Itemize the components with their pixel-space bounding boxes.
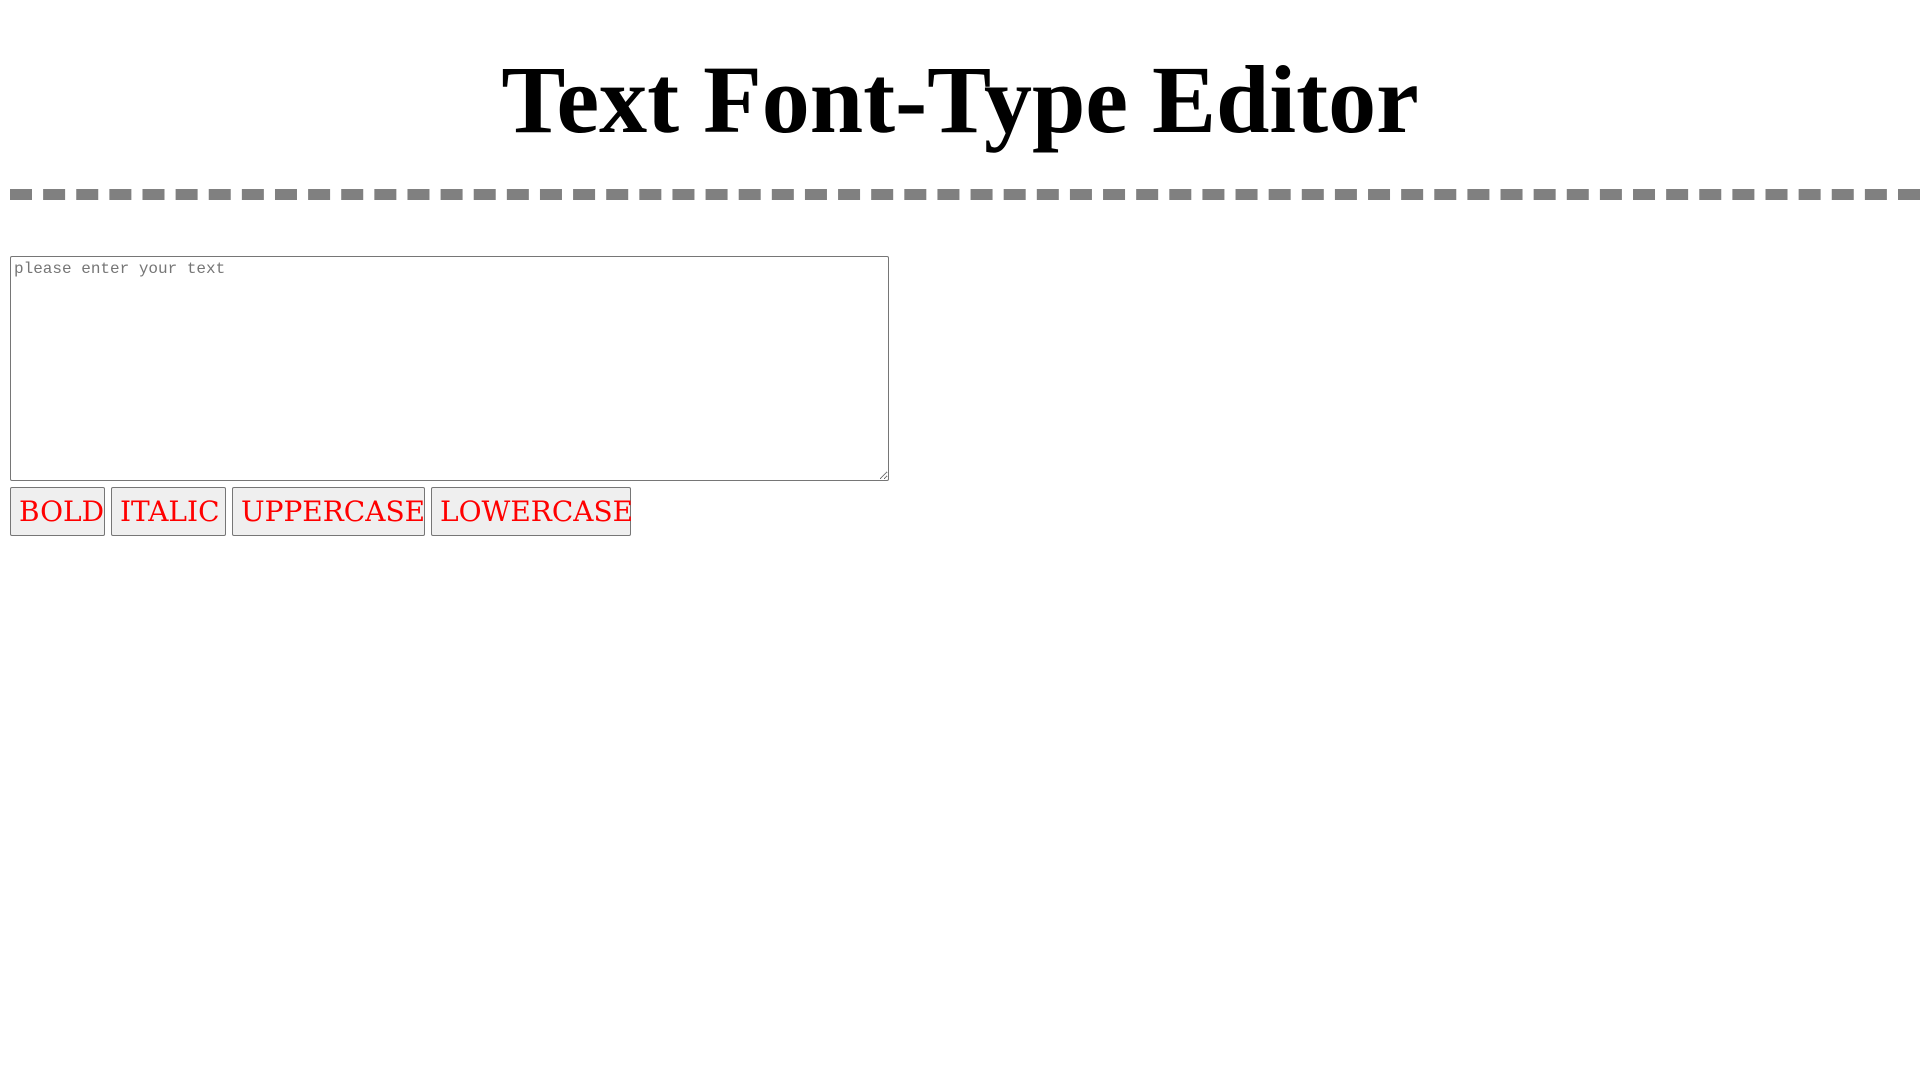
page: Text Font-Type Editor BOLD ITALIC UPPERC… xyxy=(0,0,1920,1080)
text-input-area[interactable] xyxy=(10,256,889,481)
page-title: Text Font-Type Editor xyxy=(501,46,1419,153)
format-toolbar: BOLD ITALIC UPPERCASE LOWERCASE xyxy=(10,487,633,536)
uppercase-button[interactable]: UPPERCASE xyxy=(232,487,425,536)
bold-button[interactable]: BOLD xyxy=(10,487,105,536)
lowercase-button[interactable]: LOWERCASE xyxy=(431,487,633,536)
italic-button[interactable]: ITALIC xyxy=(111,487,226,536)
dashed-divider xyxy=(10,189,1920,200)
